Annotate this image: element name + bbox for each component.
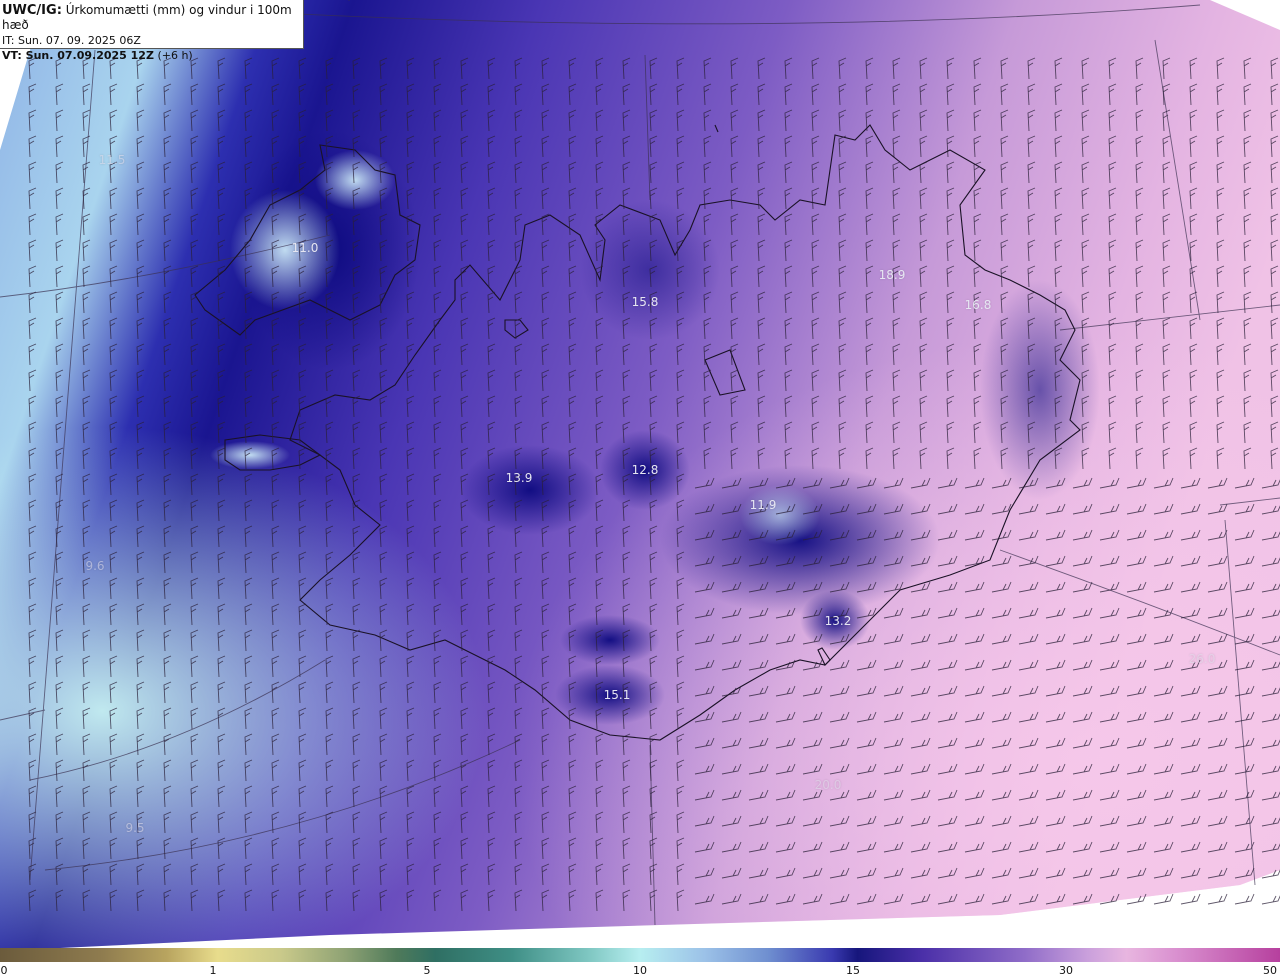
colorbar-tick: 0 [0,964,8,977]
value-label: 16.8 [964,298,992,312]
value-label: 9.5 [125,821,145,835]
valid-time-line: VT: Sun. 07.09.2025 12Z (+6 h) [2,48,300,63]
value-label: 11.5 [98,153,126,167]
colorbar: 0 1 5 10 15 30 50 [0,948,1280,978]
wind-barb [1153,893,1174,905]
value-label: 12.8 [631,463,659,477]
wind-barb [1180,893,1201,905]
wind-barb [1261,895,1280,905]
wind-barb [1207,893,1228,905]
value-label: 9.6 [85,559,105,573]
init-time: IT: Sun. 07. 09. 2025 06Z [2,34,141,47]
wind-barb [1234,893,1255,905]
value-label: 13.9 [505,471,533,485]
value-label: 11.0 [291,241,319,255]
value-label: 13.2 [824,614,852,628]
model-label: UWC/IG: [2,3,62,18]
colorbar-tick: 50 [1263,964,1277,977]
colorbar-tick: 10 [633,964,647,977]
value-label: 26.0 [1188,652,1216,666]
valid-time: VT: Sun. 07.09.2025 12Z [2,49,154,62]
colorbar-tick: 30 [1059,964,1073,977]
colorbar-tick: 5 [423,964,431,977]
colorbar-tick: 1 [209,964,217,977]
map-title-box: UWC/IG: Úrkomumætti (mm) og vindur i 100… [0,0,304,62]
title-line: UWC/IG: Úrkomumætti (mm) og vindur i 100… [2,3,300,33]
value-label: 18.9 [878,268,906,282]
value-label: 20.0 [814,778,842,792]
value-label: 15.1 [603,688,631,702]
valid-offset: (+6 h) [157,49,193,62]
value-label: 11.9 [749,498,777,512]
colorbar-gradient [0,948,1280,962]
value-label: 15.8 [631,295,659,309]
colorbar-tick: 15 [846,964,860,977]
